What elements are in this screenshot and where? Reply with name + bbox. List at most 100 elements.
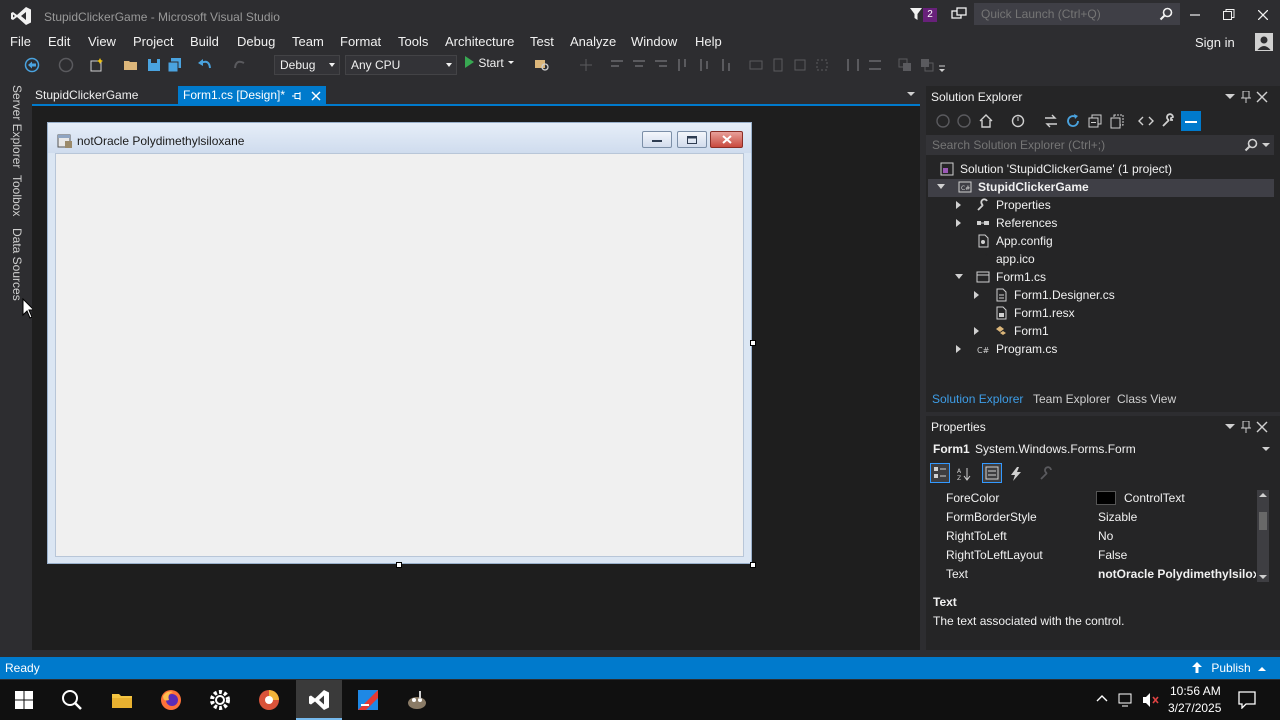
redo-icon[interactable] <box>232 57 248 73</box>
vertical-spacing-icon[interactable] <box>867 57 883 73</box>
horizontal-spacing-icon[interactable] <box>845 57 861 73</box>
menu-build[interactable]: Build <box>190 34 219 49</box>
collapsed-arrow-icon[interactable] <box>956 345 961 353</box>
show-hidden-icons-chevron-up-icon[interactable] <box>1096 694 1108 702</box>
quick-launch-input[interactable] <box>975 4 1155 24</box>
quick-launch-box[interactable] <box>974 3 1180 25</box>
back-icon[interactable] <box>935 113 951 129</box>
file-explorer-icon[interactable] <box>110 688 134 712</box>
properties-object-selector[interactable]: Form1 System.Windows.Forms.Form <box>933 442 1136 456</box>
property-row-formborderstyle[interactable]: FormBorderStyle Sizable <box>926 508 1256 527</box>
notification-count-badge[interactable]: 2 <box>923 8 937 22</box>
pin-tab-icon[interactable] <box>292 91 302 101</box>
tab-solution-explorer[interactable]: Solution Explorer <box>932 392 1023 406</box>
solution-explorer-search-input[interactable] <box>926 135 1236 155</box>
firefox-icon[interactable] <box>159 688 183 712</box>
menu-architecture[interactable]: Architecture <box>445 34 514 49</box>
menu-debug[interactable]: Debug <box>237 34 275 49</box>
properties-view-button[interactable] <box>982 463 1002 483</box>
scroll-up-icon[interactable] <box>1259 492 1267 498</box>
search-icon[interactable] <box>1159 7 1173 21</box>
resize-handle-right[interactable] <box>750 340 756 346</box>
menu-edit[interactable]: Edit <box>48 34 70 49</box>
settings-gear-icon[interactable] <box>208 688 232 712</box>
visual-studio-taskbar-icon[interactable] <box>307 688 331 712</box>
make-same-size-icon[interactable] <box>792 57 808 73</box>
tab-class-view[interactable]: Class View <box>1117 392 1176 406</box>
gimp-app-icon[interactable] <box>405 688 429 712</box>
clock-time[interactable]: 10:56 AM <box>1170 684 1221 698</box>
forward-icon[interactable] <box>956 113 972 129</box>
undo-icon[interactable] <box>197 57 213 73</box>
size-to-grid-icon[interactable] <box>814 57 830 73</box>
start-debugging-button[interactable]: Start <box>463 56 515 74</box>
action-center-icon[interactable] <box>1238 691 1256 709</box>
properties-wrench-icon[interactable] <box>1160 113 1176 129</box>
chevron-down-icon[interactable] <box>1262 143 1270 148</box>
toolbar-overflow-icon[interactable] <box>938 64 946 74</box>
expanded-arrow-icon[interactable] <box>955 274 963 279</box>
scroll-down-icon[interactable] <box>1259 574 1267 580</box>
menu-team[interactable]: Team <box>292 34 324 49</box>
align-middles-icon[interactable] <box>697 57 713 73</box>
bring-to-front-icon[interactable] <box>897 57 913 73</box>
feedback-icon[interactable] <box>951 6 967 22</box>
menu-file[interactable]: File <box>10 34 31 49</box>
property-pages-wrench-icon[interactable] <box>1038 466 1054 482</box>
find-in-files-icon[interactable] <box>534 57 550 73</box>
align-rights-icon[interactable] <box>653 57 669 73</box>
align-centers-icon[interactable] <box>631 57 647 73</box>
pin-icon[interactable] <box>1240 421 1252 433</box>
collapsed-arrow-icon[interactable] <box>974 291 979 299</box>
pending-changes-filter-icon[interactable] <box>1010 113 1026 129</box>
tab-data-sources[interactable]: Data Sources <box>10 228 24 301</box>
align-tops-icon[interactable] <box>675 57 691 73</box>
designed-form-window[interactable]: notOracle Polydimethylsiloxane <box>47 122 752 564</box>
panel-menu-chevron-down-icon[interactable] <box>1224 91 1236 103</box>
close-button[interactable] <box>1246 0 1280 30</box>
filter-icon[interactable] <box>909 7 923 21</box>
panel-menu-chevron-down-icon[interactable] <box>1224 421 1236 433</box>
solution-explorer-search-box[interactable] <box>926 135 1274 155</box>
clock-date[interactable]: 3/27/2025 <box>1168 701 1221 715</box>
show-all-files-icon[interactable] <box>1109 113 1125 129</box>
pin-icon[interactable] <box>1240 91 1252 103</box>
categorized-button[interactable] <box>930 463 950 483</box>
solution-platform-select[interactable]: Any CPU <box>345 55 457 75</box>
menu-analyze[interactable]: Analyze <box>570 34 616 49</box>
form-close-button[interactable] <box>710 131 743 148</box>
sync-with-active-document-icon[interactable] <box>1043 113 1059 129</box>
align-to-grid-icon[interactable] <box>578 57 594 73</box>
events-lightning-icon[interactable] <box>1008 466 1024 482</box>
menu-view[interactable]: View <box>88 34 116 49</box>
search-icon[interactable] <box>1244 138 1258 152</box>
close-icon[interactable] <box>1256 421 1268 433</box>
browser-app-icon[interactable] <box>257 688 281 712</box>
property-row-righttoleft[interactable]: RightToLeft No <box>926 527 1256 546</box>
save-icon[interactable] <box>146 57 162 73</box>
menu-window[interactable]: Window <box>631 34 677 49</box>
property-row-righttoleftlayout[interactable]: RightToLeftLayout False <box>926 546 1256 565</box>
form-client-area[interactable] <box>55 153 744 557</box>
make-same-height-icon[interactable] <box>770 57 786 73</box>
close-tab-icon[interactable] <box>311 91 321 101</box>
property-row-text[interactable]: Text notOracle Polydimethylsiloxa <box>926 565 1256 584</box>
navigate-forward-icon[interactable] <box>58 57 74 73</box>
search-icon[interactable] <box>60 688 84 712</box>
document-list-chevron-down-icon[interactable] <box>906 91 916 97</box>
open-file-icon[interactable] <box>123 57 139 73</box>
resize-handle-bottom[interactable] <box>396 562 402 568</box>
collapse-all-icon[interactable] <box>1087 113 1103 129</box>
collapsed-arrow-icon[interactable] <box>974 327 979 335</box>
menu-project[interactable]: Project <box>133 34 173 49</box>
menu-format[interactable]: Format <box>340 34 381 49</box>
new-project-icon[interactable] <box>89 57 105 73</box>
save-all-icon[interactable] <box>167 57 183 73</box>
windows-start-icon[interactable] <box>12 688 36 712</box>
solution-configuration-select[interactable]: Debug <box>274 55 340 75</box>
make-same-width-icon[interactable] <box>748 57 764 73</box>
publish-button[interactable]: Publish <box>1192 661 1267 675</box>
sign-in-link[interactable]: Sign in <box>1195 35 1235 50</box>
send-to-back-icon[interactable] <box>919 57 935 73</box>
navigate-back-icon[interactable] <box>24 57 40 73</box>
